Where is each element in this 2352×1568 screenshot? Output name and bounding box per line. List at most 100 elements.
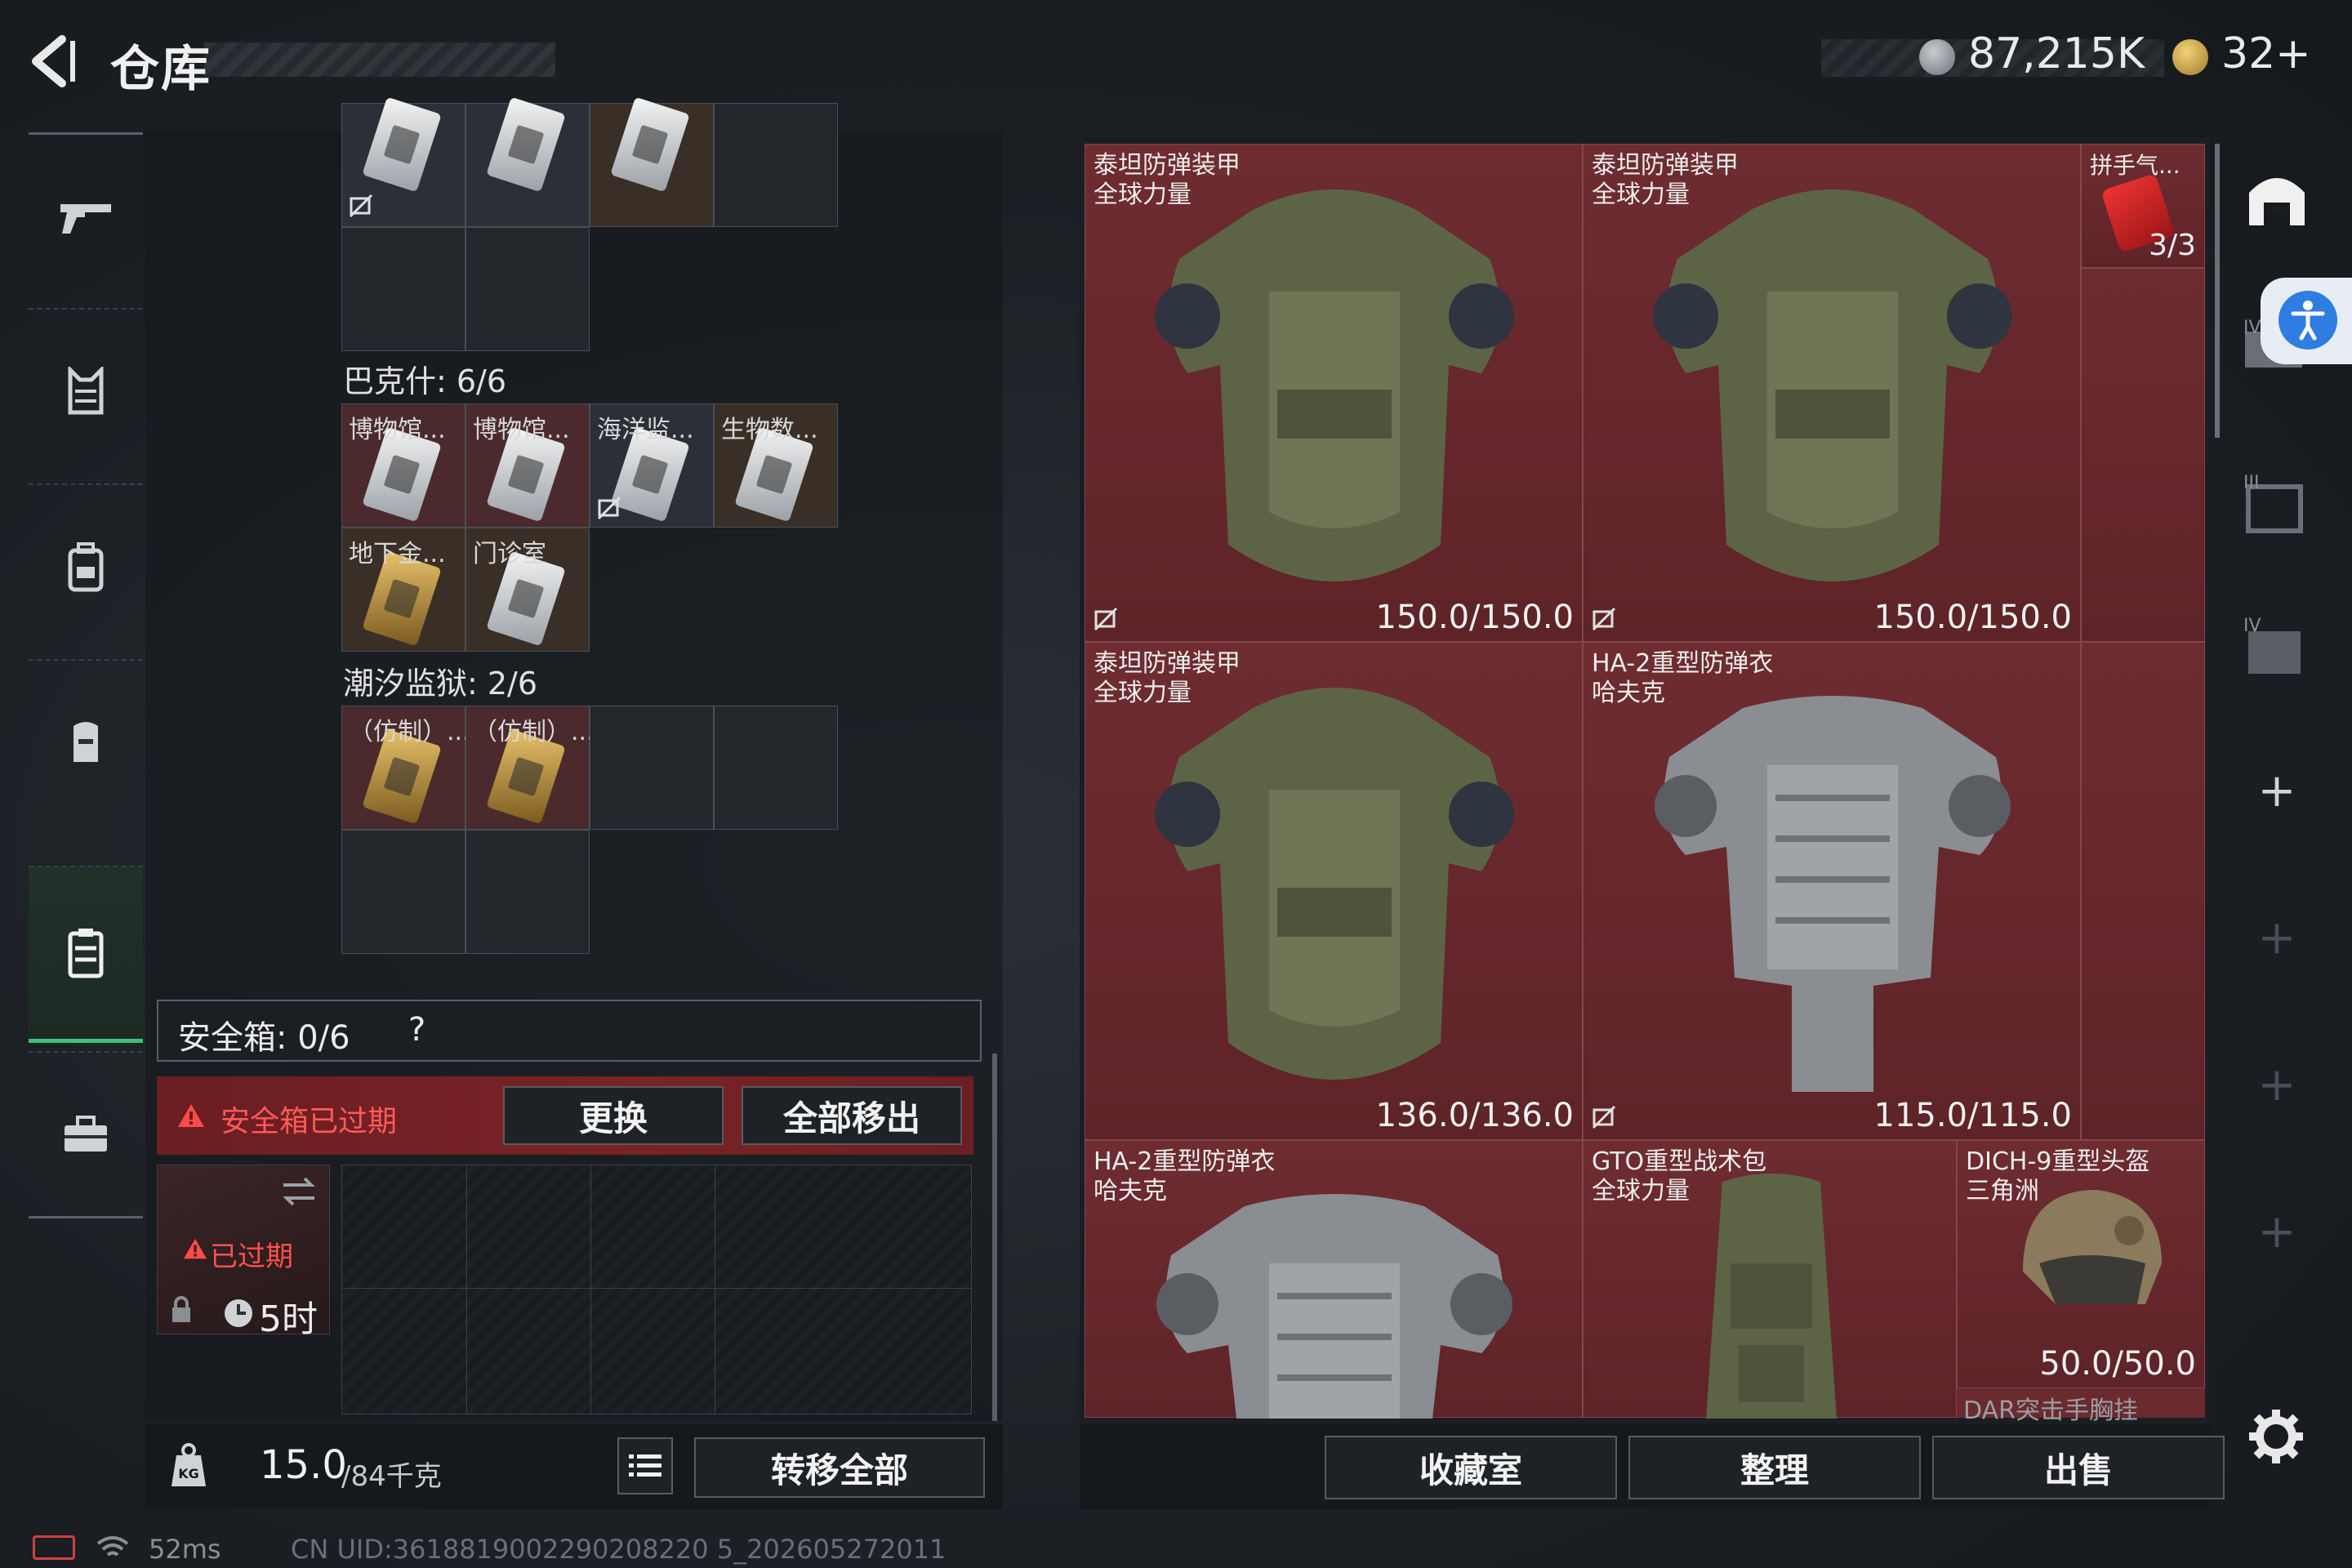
item-durability: 136.0/136.0 bbox=[1375, 1097, 1575, 1134]
item-durability: 50.0/50.0 bbox=[2039, 1345, 2196, 1383]
inventory-item[interactable]: 泰坦防弹装甲 全球力量 150.0/150.0 bbox=[1583, 144, 2081, 642]
item-label: 门诊室 bbox=[473, 540, 546, 568]
item-durability: 150.0/150.0 bbox=[1873, 599, 2073, 636]
warning-icon bbox=[178, 1104, 204, 1127]
empty-slot[interactable] bbox=[590, 706, 714, 830]
move-all-out-button[interactable]: 全部移出 bbox=[742, 1086, 962, 1145]
nav-backpack[interactable] bbox=[29, 483, 143, 648]
safe-box-icon bbox=[68, 929, 104, 978]
key-slot[interactable] bbox=[341, 96, 466, 227]
key-item[interactable]: （仿制）... bbox=[341, 706, 470, 830]
sell-button[interactable]: 出售 bbox=[1932, 1436, 2225, 1499]
key-item[interactable]: 门诊室 bbox=[466, 528, 590, 652]
nav-weapon[interactable] bbox=[29, 132, 143, 298]
inventory-item[interactable]: 泰坦防弹装甲 全球力量 136.0/136.0 bbox=[1085, 642, 1583, 1140]
tab-warehouse[interactable] bbox=[2220, 168, 2334, 258]
add-storage-button[interactable]: + bbox=[2220, 1205, 2334, 1271]
key-item[interactable]: 地下金... bbox=[341, 528, 466, 652]
safe-box-grid[interactable] bbox=[341, 1165, 972, 1414]
section-label-tide-prison: 潮汐监狱: 2/6 bbox=[343, 666, 538, 702]
uid-text: CN UID:3618819002290208220 5_20260527201… bbox=[291, 1534, 947, 1565]
empty-slot[interactable] bbox=[466, 227, 590, 351]
weight-max: /84千克 bbox=[341, 1460, 442, 1493]
armor-vest-icon bbox=[68, 367, 104, 415]
inventory-item[interactable]: GTO重型战术包 全球力量 bbox=[1583, 1140, 1957, 1419]
replace-button[interactable]: 更换 bbox=[503, 1086, 724, 1145]
item-label: 博物馆... bbox=[473, 416, 570, 444]
empty-slot[interactable] bbox=[466, 830, 590, 954]
list-icon bbox=[629, 1454, 662, 1477]
inventory-item[interactable]: 泰坦防弹装甲 全球力量 150.0/150.0 bbox=[1085, 144, 1583, 642]
left-footer: KG 15.0 /84千克 转移全部 bbox=[145, 1424, 1003, 1509]
nav-safe-box[interactable] bbox=[29, 866, 143, 1043]
warning-icon bbox=[184, 1238, 207, 1259]
empty-slot[interactable] bbox=[341, 830, 466, 954]
storage-box-icon: IV bbox=[2243, 616, 2301, 674]
empty-slot[interactable] bbox=[2081, 642, 2205, 1140]
title-decoration bbox=[204, 42, 555, 77]
empty-slot[interactable] bbox=[714, 706, 838, 830]
inventory-item[interactable]: HA-2重型防弹衣 哈夫克 115.0/115.0 bbox=[1583, 642, 2081, 1140]
item-label: （仿制）... bbox=[349, 718, 470, 746]
left-nav bbox=[29, 132, 143, 1233]
empty-slot[interactable] bbox=[2081, 268, 2205, 642]
item-label: 博物馆... bbox=[349, 416, 446, 444]
backpack-icon bbox=[68, 542, 104, 592]
nav-armor[interactable] bbox=[29, 308, 143, 473]
svg-text:IV: IV bbox=[2243, 616, 2261, 636]
expired-tag: 已过期 bbox=[210, 1241, 293, 1273]
item-label: 生物数... bbox=[721, 416, 818, 444]
tab-storage-4b[interactable]: IV bbox=[2220, 613, 2334, 703]
weight-icon: KG bbox=[172, 1443, 206, 1486]
no-insure-icon bbox=[349, 194, 373, 218]
key-item[interactable]: 生物数... bbox=[714, 403, 838, 528]
no-insure-icon bbox=[1592, 607, 1616, 631]
add-storage-button[interactable]: + bbox=[2220, 1058, 2334, 1124]
transfer-all-button[interactable]: 转移全部 bbox=[694, 1437, 985, 1498]
left-scrollbar[interactable] bbox=[992, 1054, 997, 1421]
nav-case[interactable] bbox=[29, 1051, 143, 1218]
key-item[interactable]: （仿制）... bbox=[466, 706, 595, 830]
add-storage-button[interactable]: + bbox=[2220, 764, 2334, 830]
tactical-bag-icon bbox=[1706, 1174, 1837, 1419]
safe-box-header: 安全箱: 0/6 ? bbox=[157, 1000, 982, 1062]
organize-button[interactable]: 整理 bbox=[1628, 1436, 1921, 1499]
tab-storage-3[interactable]: III bbox=[2220, 470, 2334, 560]
settings-button[interactable] bbox=[2247, 1408, 2313, 1473]
inventory-item[interactable]: DICH-9重型头盔 三角洲 50.0/50.0 bbox=[1957, 1140, 2205, 1388]
svg-text:IV: IV bbox=[2243, 318, 2261, 338]
lock-icon bbox=[172, 1296, 190, 1322]
key-item[interactable]: 海洋监... bbox=[590, 403, 714, 528]
inventory-item[interactable]: 拼手气... 3/3 bbox=[2081, 144, 2205, 268]
wifi-icon bbox=[96, 1536, 129, 1557]
battery-icon bbox=[33, 1535, 75, 1560]
inventory-footer: 收藏室 整理 出售 bbox=[1080, 1424, 2225, 1509]
accessibility-button[interactable] bbox=[2261, 278, 2352, 364]
swap-icon[interactable] bbox=[280, 1175, 318, 1208]
ha2-armor-icon bbox=[1655, 696, 2011, 1092]
add-storage-button[interactable]: + bbox=[2220, 911, 2334, 977]
safe-box-thumbnail[interactable]: 已过期 5时 bbox=[157, 1165, 330, 1340]
collection-room-button[interactable]: 收藏室 bbox=[1325, 1436, 1617, 1499]
time-remaining: 5时 bbox=[259, 1298, 318, 1340]
key-slot[interactable] bbox=[590, 96, 714, 227]
currency-amount: 87,215K bbox=[1968, 29, 2145, 78]
list-view-button[interactable] bbox=[617, 1437, 673, 1494]
inventory-item[interactable]: HA-2重型防弹衣 哈夫克 bbox=[1085, 1140, 1583, 1419]
helmet-icon bbox=[2023, 1190, 2162, 1304]
back-arrow-icon[interactable] bbox=[24, 33, 82, 90]
key-slot[interactable] bbox=[466, 96, 590, 227]
titan-armor-icon bbox=[1653, 189, 2012, 581]
key-item[interactable]: 博物馆... bbox=[466, 403, 590, 528]
empty-slot[interactable] bbox=[714, 103, 838, 227]
safe-box-expired-bar: 安全箱已过期 更换 全部移出 bbox=[157, 1076, 973, 1155]
empty-slot[interactable] bbox=[341, 227, 466, 351]
currency2-amount[interactable]: 32+ bbox=[2221, 29, 2311, 78]
ha2-armor-icon bbox=[1156, 1194, 1512, 1419]
status-bar: 52ms CN UID:3618819002290208220 5_202605… bbox=[0, 1527, 2352, 1568]
item-durability: 150.0/150.0 bbox=[1375, 599, 1575, 636]
key-item[interactable]: 博物馆... bbox=[341, 403, 466, 528]
nav-chest-rig[interactable] bbox=[29, 659, 143, 824]
gun-icon bbox=[60, 204, 111, 234]
help-icon[interactable]: ? bbox=[408, 1011, 425, 1049]
